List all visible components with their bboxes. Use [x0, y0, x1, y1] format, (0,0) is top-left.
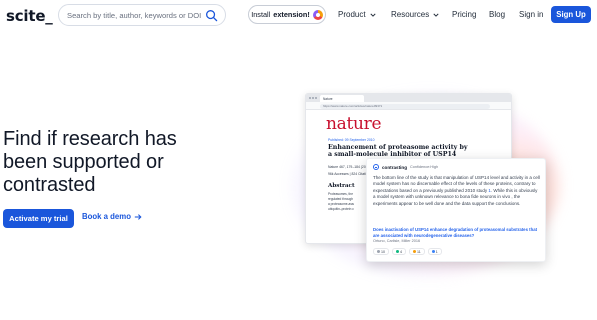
- menu-resources-label: Resources: [391, 10, 430, 19]
- article-title: Enhancement of proteasome activity by a …: [328, 144, 468, 159]
- top-nav: scite_ Install extension! Product Resour…: [0, 0, 597, 30]
- citation-statement: The bottom line of the study is that man…: [373, 175, 541, 207]
- window-dot-icon: [309, 97, 311, 99]
- article-metrics: 96k Accesses | 824 Citations: [328, 172, 372, 176]
- activate-trial-button[interactable]: Activate my trial: [3, 209, 74, 228]
- install-label: Install: [251, 10, 271, 19]
- classification-label: contrasting: [382, 164, 408, 170]
- window-dot-icon: [315, 97, 317, 99]
- confidence-label: Confidence:High: [410, 165, 439, 169]
- supporting-badge[interactable]: 4: [392, 248, 406, 255]
- install-extension-button[interactable]: Install extension!: [248, 5, 326, 24]
- window-dot-icon: [312, 97, 314, 99]
- contrasting-badge[interactable]: 11: [409, 248, 425, 255]
- menu-resources[interactable]: Resources: [391, 10, 439, 19]
- citing-publications-badge[interactable]: 1: [427, 248, 442, 255]
- article-meta: Nature 467, 179–184 (2010): [328, 165, 371, 169]
- signup-button[interactable]: Sign Up: [551, 6, 591, 23]
- menu-blog[interactable]: Blog: [489, 10, 505, 19]
- badge-count: 4: [400, 249, 402, 254]
- published-date: Published: 09 September 2010: [328, 138, 375, 142]
- menu-pricing[interactable]: Pricing: [452, 10, 476, 19]
- supporting-icon: [396, 250, 399, 253]
- abstract-line: ubiquitin–protein con: [328, 207, 354, 211]
- menu-product[interactable]: Product: [338, 10, 376, 19]
- book-demo-link[interactable]: Book a demo: [82, 212, 142, 221]
- contrasting-icon: [373, 164, 379, 170]
- browser-urlbar: https://www.nature.com/articles/nature09…: [306, 102, 511, 110]
- search-box[interactable]: [58, 4, 226, 26]
- browser-tab: Nature: [320, 95, 364, 102]
- search-input[interactable]: [67, 8, 207, 23]
- chevron-down-icon: [433, 13, 439, 17]
- mentioning-badge[interactable]: 10: [373, 248, 389, 255]
- abstract-heading: Abstract: [328, 183, 355, 189]
- citing-paper-authors: Ortuno, Carlisle, Miller 2016: [373, 239, 421, 243]
- contrasting-badge-icon: [413, 250, 416, 253]
- badge-count: 11: [417, 249, 421, 254]
- install-label-bold: extension!: [273, 10, 310, 19]
- badge-count: 10: [381, 249, 385, 254]
- journal-logo: nature: [326, 114, 382, 134]
- chevron-down-icon: [370, 13, 376, 17]
- tally-badges: 10 4 11 1: [373, 248, 442, 255]
- citing-paper-link[interactable]: Does inactivation of USP14 enhance degra…: [373, 227, 541, 238]
- browser-tabbar: Nature: [306, 94, 511, 102]
- mentioning-icon: [377, 250, 380, 253]
- browser-extension-icon: [312, 9, 323, 20]
- citation-icon: [431, 250, 435, 253]
- signin-link[interactable]: Sign in: [519, 10, 543, 19]
- book-demo-label: Book a demo: [82, 212, 131, 221]
- card-header: contrasting Confidence:High: [373, 164, 438, 170]
- search-icon[interactable]: [205, 9, 218, 22]
- arrow-right-icon: [134, 213, 142, 220]
- badge-count: 1: [435, 249, 438, 254]
- abstract-text: Proteasomes, the prim regulated through …: [328, 192, 354, 212]
- menu-product-label: Product: [338, 10, 366, 19]
- citation-statement-card: contrasting Confidence:High The bottom l…: [366, 158, 546, 262]
- hero-title: Find if research has been supported or c…: [3, 128, 177, 196]
- scite-logo[interactable]: scite_: [6, 7, 53, 25]
- browser-url: https://www.nature.com/articles/nature09…: [320, 103, 490, 109]
